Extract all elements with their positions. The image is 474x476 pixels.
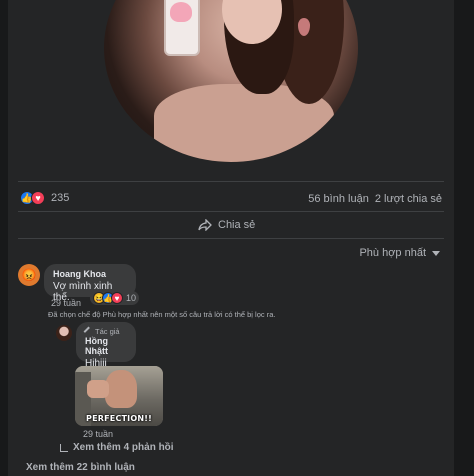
post-card: 👍 ♥ 235 56 bình luận 2 lượt chia sẻ Chia… bbox=[8, 0, 454, 476]
gif-caption: PERFECTION!! bbox=[86, 414, 152, 423]
view-more-replies-label: Xem thêm 4 phản hồi bbox=[73, 442, 174, 453]
author-tag-label: Tác giả bbox=[95, 327, 120, 336]
view-more-replies-link[interactable]: Xem thêm 4 phản hồi bbox=[60, 442, 174, 453]
reply-author[interactable]: Hồng Nhậtt bbox=[85, 336, 127, 356]
avatar[interactable]: 😡 bbox=[18, 264, 40, 286]
caret-down-icon bbox=[432, 250, 440, 256]
reply-gif[interactable]: PERFECTION!! bbox=[75, 366, 163, 426]
gif-hand bbox=[87, 380, 109, 398]
share-button[interactable]: Chia sẻ bbox=[198, 219, 255, 231]
reply-bubble: Tác giả Hồng Nhậtt Hihiii bbox=[76, 322, 136, 369]
comment-sort-dropdown[interactable]: Phù hợp nhất bbox=[359, 247, 440, 259]
pen-icon bbox=[83, 326, 94, 337]
reply-arrow-icon bbox=[60, 443, 68, 452]
divider bbox=[18, 211, 444, 212]
view-more-comments-link[interactable]: Xem thêm 22 bình luận bbox=[26, 462, 135, 473]
reply-time[interactable]: 29 tuần bbox=[83, 429, 113, 439]
reaction-summary[interactable]: 👍 ♥ 235 bbox=[20, 191, 69, 205]
avatar[interactable] bbox=[56, 325, 72, 341]
sort-label: Phù hợp nhất bbox=[359, 247, 426, 259]
photo-heart-case bbox=[170, 2, 192, 22]
filter-notice: Đã chọn chế độ Phù hợp nhất nên một số c… bbox=[48, 310, 276, 319]
share-label: Chia sẻ bbox=[218, 219, 256, 231]
love-icon: ♥ bbox=[31, 191, 45, 205]
post-stats: 56 bình luận 2 lượt chia sẻ bbox=[308, 193, 442, 205]
shares-count-link[interactable]: 2 lượt chia sẻ bbox=[375, 193, 442, 205]
love-icon: ♥ bbox=[111, 292, 123, 304]
profile-photo-circle[interactable] bbox=[104, 0, 358, 162]
comment-reactions[interactable]: 😆 👍 ♥ 10 bbox=[90, 291, 140, 305]
divider bbox=[18, 181, 444, 182]
post-photo[interactable] bbox=[8, 0, 454, 180]
reaction-count: 235 bbox=[51, 192, 70, 204]
share-icon bbox=[198, 219, 212, 231]
comment-author[interactable]: Hoang Khoa bbox=[53, 269, 127, 279]
comment-reaction-count: 10 bbox=[126, 293, 137, 303]
gif-person bbox=[105, 370, 137, 408]
comments-count-link[interactable]: 56 bình luận bbox=[308, 193, 369, 205]
author-badge: Tác giả bbox=[83, 326, 127, 337]
comment-time[interactable]: 29 tuần bbox=[51, 298, 81, 308]
divider bbox=[18, 238, 444, 239]
